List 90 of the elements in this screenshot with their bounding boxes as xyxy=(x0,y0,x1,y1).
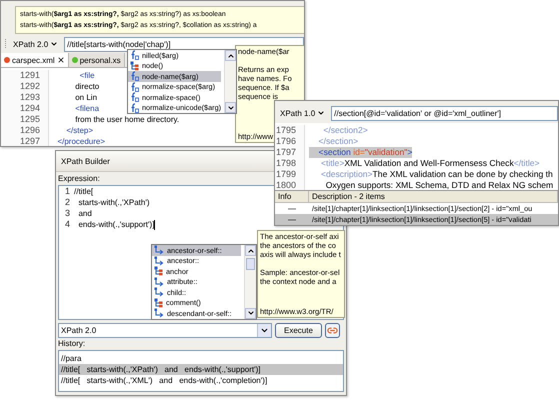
axis-arrow-icon xyxy=(154,287,164,298)
column-header[interactable]: Description - 2 items xyxy=(309,191,558,202)
scroll-thumb[interactable] xyxy=(246,258,255,270)
tab-label: personal.xs xyxy=(80,56,121,64)
tree-icon xyxy=(130,60,139,71)
function-icon xyxy=(130,71,139,82)
axis-arrow-icon xyxy=(154,276,164,287)
line-number: 1797 xyxy=(275,147,305,158)
code-text: "validation" xyxy=(364,147,408,158)
line-number: 1800 xyxy=(275,180,305,190)
file-tab[interactable]: carspec.xml xyxy=(1,53,69,67)
code-text: </title> xyxy=(514,158,540,169)
line-number: 1295 xyxy=(1,114,49,125)
line-number: 2 xyxy=(64,197,71,208)
execute-button[interactable]: Execute xyxy=(275,323,322,338)
line-number: 1 xyxy=(64,186,71,197)
scroll-up-button[interactable] xyxy=(245,245,256,256)
scroll-down-button[interactable] xyxy=(225,102,236,113)
code-text: <title> xyxy=(320,158,344,169)
line-number: 1795 xyxy=(275,125,305,136)
line-number: 1296 xyxy=(1,125,49,136)
code-text: //title[ xyxy=(74,186,94,197)
code-text: <section xyxy=(309,147,354,158)
window-title: XPath Builder xyxy=(61,156,110,166)
line-number: 1292 xyxy=(1,81,49,92)
xpath-version-dropdown[interactable]: XPath 1.0 xyxy=(278,108,328,118)
code-text: </step> xyxy=(65,125,94,136)
line-number: 1799 xyxy=(275,169,305,180)
code-text: ends-with(.,'support')] xyxy=(77,219,154,230)
function-icon xyxy=(130,92,139,102)
code-text: starts-with(.,'XPath') xyxy=(77,197,150,208)
line-number: 1297 xyxy=(1,136,49,146)
code-text: id= xyxy=(353,147,365,158)
code-text: from the user home directory. xyxy=(74,114,180,125)
scroll-up-button[interactable] xyxy=(225,50,236,61)
code-text: <filena xyxy=(74,103,100,114)
chevron-up-icon xyxy=(246,246,254,254)
code-text: </procedure> xyxy=(56,136,106,146)
line-number: 1294 xyxy=(1,103,49,114)
xpath-version-dropdown[interactable]: XPath 2.0 xyxy=(11,40,60,48)
text-cursor xyxy=(154,220,156,230)
code-text: <file xyxy=(78,70,95,81)
chain-link-icon xyxy=(326,325,338,336)
tab-label: carspec.xml xyxy=(12,56,55,64)
scrollbar[interactable] xyxy=(244,245,256,318)
column-header[interactable]: Info xyxy=(275,191,309,202)
axis-arrow-icon xyxy=(154,308,164,318)
line-number: 3 xyxy=(64,208,71,219)
function-icon xyxy=(130,102,139,113)
link-button[interactable] xyxy=(324,323,340,338)
line-number: 1796 xyxy=(275,136,305,147)
info-cell-text: — xyxy=(287,214,297,225)
caret-icon xyxy=(50,40,58,48)
info-cell-text: — xyxy=(287,203,297,214)
code-text: > xyxy=(407,147,412,158)
code-text: and xyxy=(77,208,92,219)
expression-label: Expression: xyxy=(58,174,100,184)
scrollbar[interactable] xyxy=(224,50,236,113)
grip-icon xyxy=(4,38,7,50)
chevron-down-icon xyxy=(226,104,235,112)
scroll-down-button[interactable] xyxy=(245,308,256,318)
function-icon xyxy=(130,50,139,60)
history-item[interactable]: //title[ starts-with(.,'XPath') and ends-with(.,'support')] xyxy=(59,364,343,375)
axis-arrow-icon xyxy=(154,256,164,266)
chevron-up-icon xyxy=(226,52,235,60)
code-text: on Lin xyxy=(74,92,98,103)
axis-arrow-icon xyxy=(154,245,164,256)
xpath-query-field[interactable]: //section[@id='validation' or @id='xml_outliner'] xyxy=(331,106,558,120)
chevron-down-icon xyxy=(246,309,254,317)
close-icon[interactable] xyxy=(56,56,65,64)
function-icon xyxy=(130,82,139,92)
line-number: 4 xyxy=(64,219,71,230)
history-item[interactable]: //title[ starts-with(.,'XML') and ends-with(.,'completion')] xyxy=(59,375,343,386)
code-text: </section> xyxy=(318,136,358,147)
code-text: The XML validation can be done by checking th xyxy=(372,169,553,180)
line-number: 1798 xyxy=(275,158,305,169)
caret-icon xyxy=(317,109,326,117)
xpath-version-dropdown[interactable]: XPath 2.0 xyxy=(58,323,272,338)
line-number: 1293 xyxy=(1,92,49,103)
code-text: XML Validation and Well-Formensess Check xyxy=(344,158,514,169)
code-text: directo xyxy=(74,81,100,92)
dropdown-button[interactable] xyxy=(257,324,271,337)
history-label: History: xyxy=(58,339,86,349)
file-tab[interactable]: personal.xs xyxy=(68,53,125,67)
code-text: <description> xyxy=(320,169,373,180)
history-item[interactable]: //para xyxy=(59,353,343,364)
line-number: 1291 xyxy=(1,70,49,81)
tree-icon xyxy=(154,298,163,308)
code-text: </section2> xyxy=(322,125,368,136)
tree-icon xyxy=(154,266,163,276)
